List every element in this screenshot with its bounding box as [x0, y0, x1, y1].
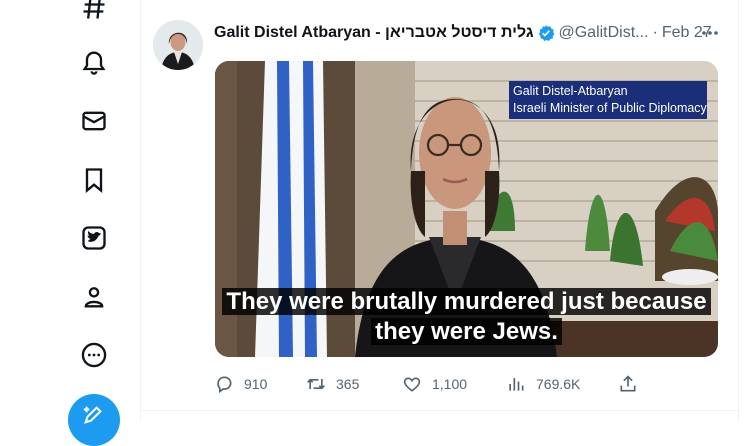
retweet-button[interactable]: 365: [306, 372, 359, 396]
banner-title: Israeli Minister of Public Diplomacy: [513, 101, 707, 115]
tweet-actions: 910 365 1,100 769.6K: [214, 372, 644, 396]
column-divider: [738, 0, 739, 422]
tweet-video[interactable]: Galit Distel-Atbaryan Israeli Minister o…: [215, 61, 718, 357]
compose-tweet-icon: [83, 406, 102, 424]
views-icon: [509, 378, 524, 391]
compose-tweet-button[interactable]: [68, 394, 120, 446]
verified-badge-icon: [539, 25, 556, 42]
avatar[interactable]: [153, 20, 203, 70]
video-caption: They were brutally murdered just because…: [215, 287, 718, 347]
bookmarks-icon[interactable]: [80, 166, 108, 194]
like-count: 1,100: [432, 376, 468, 392]
messages-icon[interactable]: [80, 107, 108, 135]
notifications-icon[interactable]: [80, 48, 108, 76]
retweet-icon: [307, 378, 325, 390]
column-divider: [140, 0, 141, 422]
twitter-blue-icon[interactable]: [80, 224, 108, 252]
reply-button[interactable]: 910: [214, 372, 267, 396]
retweet-count: 365: [336, 376, 360, 392]
reply-icon: [217, 376, 232, 394]
user-handle[interactable]: @GalitDist...: [558, 24, 648, 42]
display-name[interactable]: Galit Distel Atbaryan - גלית דיסטל אטברי…: [214, 24, 533, 42]
more-horizontal-icon[interactable]: [700, 23, 720, 43]
nav-rail: [0, 0, 140, 446]
profile-icon[interactable]: [80, 283, 108, 311]
tweet-header: Galit Distel Atbaryan - גלית דיסטל אטברי…: [214, 22, 734, 44]
view-count: 769.6K: [536, 376, 581, 392]
share-button[interactable]: [618, 372, 648, 396]
name-banner: Galit Distel-Atbaryan Israeli Minister o…: [509, 81, 707, 119]
more-options-icon[interactable]: [80, 341, 108, 369]
banner-name: Galit Distel-Atbaryan: [513, 84, 628, 98]
like-button[interactable]: 1,100: [402, 372, 467, 396]
caption-line-2: they were Jews.: [371, 318, 562, 345]
hashtag-icon[interactable]: [80, 0, 108, 22]
separator-dot: ·: [652, 24, 658, 41]
tweet-divider: [140, 410, 738, 411]
views-button[interactable]: 769.6K: [506, 372, 580, 396]
reply-count: 910: [244, 376, 268, 392]
share-icon: [620, 375, 636, 392]
heart-icon: [403, 377, 421, 392]
caption-line-1: They were brutally murdered just because: [222, 288, 711, 315]
